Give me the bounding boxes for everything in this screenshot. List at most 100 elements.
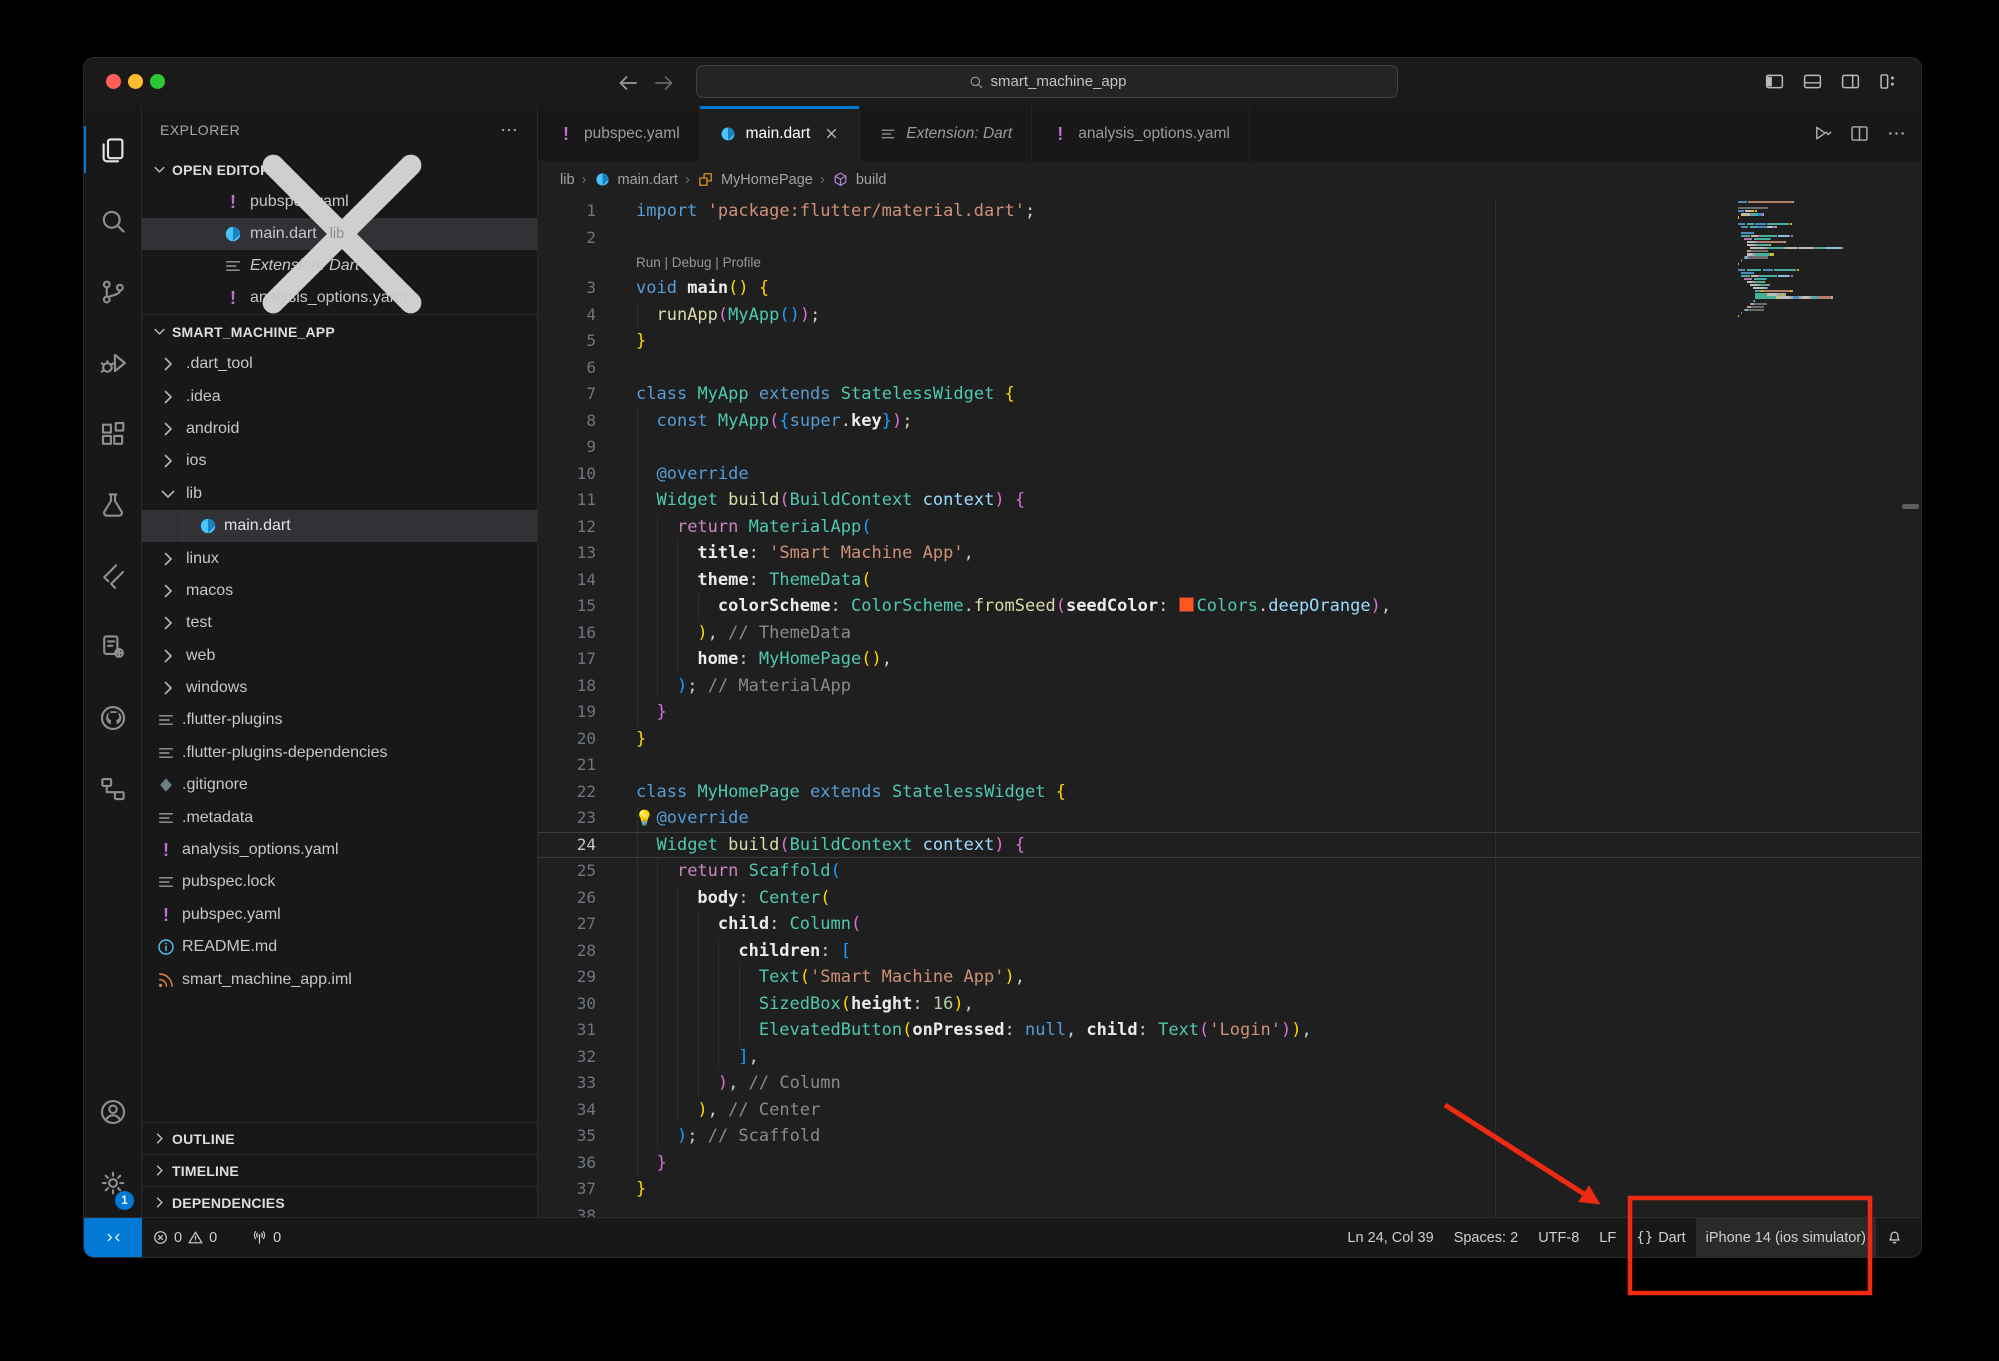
activity-bar-item-explorer[interactable] xyxy=(84,114,141,185)
more-icon[interactable] xyxy=(1886,123,1907,144)
status-item-utf-8[interactable]: UTF-8 xyxy=(1528,1218,1589,1257)
activity-bar-item-source-control[interactable] xyxy=(84,256,141,327)
sidebar-section-outline[interactable]: OUTLINE xyxy=(142,1122,537,1154)
code-line-4[interactable]: 4 runApp(MyApp()); xyxy=(538,302,1921,329)
code-line-29[interactable]: 29 Text('Smart Machine App'), xyxy=(538,964,1921,991)
tree-item-main.dart[interactable]: main.dart xyxy=(142,510,537,542)
code-line-21[interactable]: 21 xyxy=(538,752,1921,779)
color-swatch-deeporange[interactable] xyxy=(1179,597,1194,612)
tree-item-.metadata[interactable]: .metadata xyxy=(142,801,537,833)
breadcrumb-item[interactable]: lib xyxy=(560,172,575,188)
code-line-2[interactable]: 2 xyxy=(538,225,1921,252)
tree-item-.flutter-plugins[interactable]: .flutter-plugins xyxy=(142,704,537,736)
code-line-23[interactable]: 23💡 @override xyxy=(538,805,1921,832)
breadcrumb-item[interactable]: build xyxy=(856,172,887,188)
code-line-15[interactable]: 15 colorScheme: ColorScheme.fromSeed(see… xyxy=(538,593,1921,620)
tree-item-.flutter-plugins-dependencies[interactable]: .flutter-plugins-dependencies xyxy=(142,737,537,769)
code-line-14[interactable]: 14 theme: ThemeData( xyxy=(538,567,1921,594)
code-line-33[interactable]: 33 ), // Column xyxy=(538,1070,1921,1097)
close-window-button[interactable] xyxy=(106,74,121,89)
activity-bar-item-run-debug[interactable] xyxy=(84,327,141,398)
code-line-12[interactable]: 12 return MaterialApp( xyxy=(538,514,1921,541)
code-line-16[interactable]: 16 ), // ThemeData xyxy=(538,620,1921,647)
status-item-spaces-2[interactable]: Spaces: 2 xyxy=(1444,1218,1529,1257)
code-editor[interactable]: 1import 'package:flutter/material.dart';… xyxy=(538,198,1921,1218)
code-line-28[interactable]: 28 children: [ xyxy=(538,938,1921,965)
tab-extension-dart[interactable]: Extension: Dart xyxy=(860,106,1032,161)
command-center-search[interactable]: smart_machine_app xyxy=(696,65,1398,98)
status-item-lf[interactable]: LF xyxy=(1589,1218,1626,1257)
code-line-24[interactable]: 24 Widget build(BuildContext context) { xyxy=(538,832,1921,859)
tab-analysis-options-yaml[interactable]: !analysis_options.yaml xyxy=(1032,106,1250,161)
open-editor-item[interactable]: main.dartlib xyxy=(142,218,537,250)
activity-bar-item-search[interactable] xyxy=(84,185,141,256)
code-line-5[interactable]: 5} xyxy=(538,328,1921,355)
code-line-22[interactable]: 22class MyHomePage extends StatelessWidg… xyxy=(538,779,1921,806)
close-icon[interactable] xyxy=(823,125,840,142)
tree-item-pubspec.lock[interactable]: pubspec.lock xyxy=(142,866,537,898)
remote-indicator[interactable] xyxy=(84,1218,142,1257)
activity-bar-item-flutter[interactable] xyxy=(84,540,141,611)
code-line-9[interactable]: 9 xyxy=(538,434,1921,461)
breadcrumb[interactable]: lib›main.dart›MyHomePage›build xyxy=(538,161,1921,198)
lightbulb-icon[interactable]: 💡 xyxy=(635,806,654,830)
tree-item-android[interactable]: android xyxy=(142,413,537,445)
status-item-ln-24-col-39[interactable]: Ln 24, Col 39 xyxy=(1337,1218,1443,1257)
tree-item-macos[interactable]: macos xyxy=(142,575,537,607)
panel-bottom-icon[interactable] xyxy=(1802,71,1823,92)
breadcrumb-item[interactable]: MyHomePage xyxy=(721,172,813,188)
tab-pubspec-yaml[interactable]: !pubspec.yaml xyxy=(538,106,700,161)
code-line-6[interactable]: 6 xyxy=(538,355,1921,382)
tree-item-analysis_options.yaml[interactable]: !analysis_options.yaml xyxy=(142,834,537,866)
tree-item-README.md[interactable]: README.md xyxy=(142,931,537,963)
problems-status[interactable]: 00 xyxy=(142,1218,227,1257)
code-line-30[interactable]: 30 SizedBox(height: 16), xyxy=(538,991,1921,1018)
activity-bar-item-settings-gear[interactable]: 1 xyxy=(84,1147,141,1218)
forward-arrow-icon[interactable] xyxy=(652,71,676,95)
code-line-13[interactable]: 13 title: 'Smart Machine App', xyxy=(538,540,1921,567)
activity-bar-item-account[interactable] xyxy=(84,1076,141,1147)
code-line-25[interactable]: 25 return Scaffold( xyxy=(538,858,1921,885)
status-item-bell-icon[interactable] xyxy=(1876,1218,1913,1257)
code-line-1[interactable]: 1import 'package:flutter/material.dart'; xyxy=(538,198,1921,225)
code-line-37[interactable]: 37} xyxy=(538,1176,1921,1203)
zoom-window-button[interactable] xyxy=(150,74,165,89)
breadcrumb-item[interactable]: main.dart xyxy=(618,172,678,188)
tab-main-dart[interactable]: main.dart xyxy=(700,106,861,161)
code-line-32[interactable]: 32 ], xyxy=(538,1044,1921,1071)
more-icon[interactable] xyxy=(499,120,519,140)
scrollbar-thumb[interactable] xyxy=(1902,504,1919,509)
activity-bar-item-code-runner[interactable] xyxy=(84,611,141,682)
split-editor-icon[interactable] xyxy=(1849,123,1870,144)
code-line-36[interactable]: 36 } xyxy=(538,1150,1921,1177)
activity-bar-item-testing[interactable] xyxy=(84,469,141,540)
code-line-3[interactable]: 3void main() { xyxy=(538,275,1921,302)
code-line-11[interactable]: 11 Widget build(BuildContext context) { xyxy=(538,487,1921,514)
tree-item-.dart_tool[interactable]: .dart_tool xyxy=(142,348,537,380)
activity-bar-item-github[interactable] xyxy=(84,682,141,753)
layout-customize-icon[interactable] xyxy=(1878,71,1899,92)
code-line-10[interactable]: 10 @override xyxy=(538,461,1921,488)
minimize-window-button[interactable] xyxy=(128,74,143,89)
code-line-8[interactable]: 8 const MyApp({super.key}); xyxy=(538,408,1921,435)
activity-bar-item-references[interactable] xyxy=(84,753,141,824)
back-arrow-icon[interactable] xyxy=(616,71,640,95)
status-item-dart[interactable]: {}Dart xyxy=(1626,1218,1695,1257)
tree-item-.idea[interactable]: .idea xyxy=(142,380,537,412)
code-line-18[interactable]: 18 ); // MaterialApp xyxy=(538,673,1921,700)
activity-bar-item-extensions[interactable] xyxy=(84,398,141,469)
tree-item-smart_machine_app.iml[interactable]: smart_machine_app.iml xyxy=(142,963,537,995)
code-line-19[interactable]: 19 } xyxy=(538,699,1921,726)
minimap[interactable] xyxy=(1738,201,1878,321)
tree-item-windows[interactable]: windows xyxy=(142,672,537,704)
code-line-27[interactable]: 27 child: Column( xyxy=(538,911,1921,938)
sidebar-section-dependencies[interactable]: DEPENDENCIES xyxy=(142,1186,537,1218)
codelens-run-debug-profile[interactable]: Run | Debug | Profile xyxy=(538,251,1921,275)
code-line-38[interactable]: 38 xyxy=(538,1203,1921,1219)
tree-item-test[interactable]: test xyxy=(142,607,537,639)
run-dropdown-icon[interactable] xyxy=(1812,123,1833,144)
tree-item-web[interactable]: web xyxy=(142,640,537,672)
code-line-34[interactable]: 34 ), // Center xyxy=(538,1097,1921,1124)
tree-item-pubspec.yaml[interactable]: !pubspec.yaml xyxy=(142,899,537,931)
status-item-iphone-14-ios-simulator-[interactable]: iPhone 14 (ios simulator) xyxy=(1696,1218,1876,1257)
